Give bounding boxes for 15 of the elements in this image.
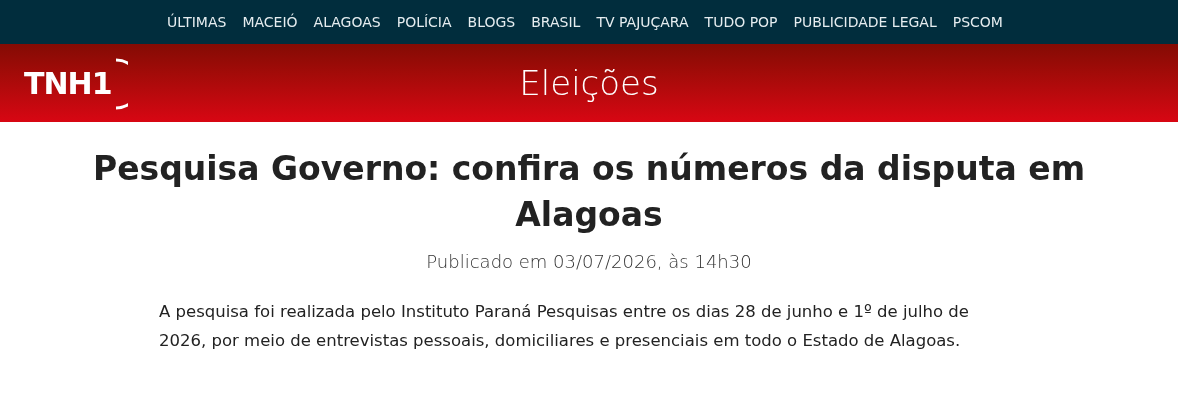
section-title: Eleições — [519, 61, 659, 105]
publish-date: Publicado em 03/07/2026, às 14h30 — [426, 250, 752, 274]
article-paragraph: A pesquisa foi realizada pelo Instituto Paraná Pesquisas entre os dias 28 de junho e 1º de julho de 2026, por meio de entrevistas pessoais, domiciliares e presenciais em todo o Estado de Alagoas. — [159, 301, 970, 352]
logo[interactable]: TNH1 — [24, 58, 128, 110]
nav-link[interactable]: POLÍCIA — [396, 11, 452, 33]
article-title: Pesquisa Governo: confira os números da disputa em Alagoas — [92, 148, 1086, 236]
nav-link[interactable]: TUDO POP — [704, 11, 778, 33]
nav-link[interactable]: PSCOM — [952, 11, 1003, 33]
nav-link[interactable]: BLOGS — [467, 11, 516, 33]
nav-link[interactable]: MACEIÓ — [242, 11, 298, 33]
nav-link[interactable]: TV PAJUÇARA — [596, 11, 689, 33]
nav-link[interactable]: BRASIL — [531, 11, 581, 33]
nav-link[interactable]: PUBLICIDADE LEGAL — [793, 11, 937, 33]
nav-link[interactable]: ÚLTIMAS — [167, 11, 227, 33]
nav-link[interactable]: ALAGOAS — [313, 11, 381, 33]
